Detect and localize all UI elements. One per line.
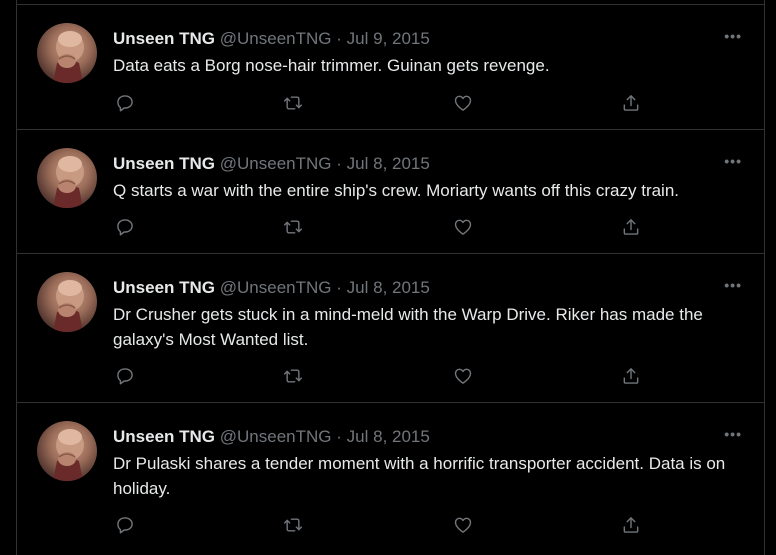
retweet-icon[interactable] [281,513,305,537]
like-icon[interactable] [451,91,475,115]
retweet-icon[interactable] [281,364,305,388]
avatar[interactable] [37,23,97,83]
reply-icon[interactable] [113,91,137,115]
display-name[interactable]: Unseen TNG [113,29,215,48]
separator: · [336,29,342,48]
avatar[interactable] [37,148,97,208]
more-options-icon[interactable]: ••• [724,151,742,171]
tweet[interactable]: Unseen TNG @UnseenTNG · Jul 8, 2015 ••• … [17,253,764,402]
user-handle[interactable]: @UnseenTNG [220,427,332,446]
user-handle[interactable]: @UnseenTNG [220,154,332,173]
like-icon[interactable] [451,513,475,537]
tweet-actions [113,91,643,115]
tweet-actions [113,513,643,537]
display-name[interactable]: Unseen TNG [113,427,215,446]
tweet-actions [113,215,643,239]
display-name[interactable]: Unseen TNG [113,278,215,297]
tweet-text: Dr Pulaski shares a tender moment with a… [113,454,726,498]
separator: · [336,154,342,173]
like-icon[interactable] [451,364,475,388]
avatar-picard-image [53,156,84,208]
avatar-picard-image [53,31,84,83]
separator: · [336,427,342,446]
more-options-icon[interactable]: ••• [724,424,742,444]
tweet-header: Unseen TNG @UnseenTNG · Jul 9, 2015 [113,27,430,51]
retweet-icon[interactable] [281,91,305,115]
tweet-header: Unseen TNG @UnseenTNG · Jul 8, 2015 [113,152,430,176]
reply-icon[interactable] [113,513,137,537]
tweet-header: Unseen TNG @UnseenTNG · Jul 8, 2015 [113,276,430,300]
reply-icon[interactable] [113,215,137,239]
more-options-icon[interactable]: ••• [724,275,742,295]
tweet[interactable]: Unseen TNG @UnseenTNG · Jul 8, 2015 ••• … [17,402,764,555]
reply-icon[interactable] [113,364,137,388]
avatar[interactable] [37,272,97,332]
avatar-picard-image [53,429,84,481]
avatar[interactable] [37,421,97,481]
share-icon[interactable] [619,215,643,239]
separator: · [336,278,342,297]
tweet-date[interactable]: Jul 8, 2015 [347,427,430,446]
share-icon[interactable] [619,364,643,388]
user-handle[interactable]: @UnseenTNG [220,278,332,297]
more-options-icon[interactable]: ••• [724,26,742,46]
tweet-date[interactable]: Jul 8, 2015 [347,154,430,173]
tweet-actions [113,364,643,388]
tweet-text: Q starts a war with the entire ship's cr… [113,181,680,200]
tweet-text: Dr Crusher gets stuck in a mind-meld wit… [113,305,703,349]
share-icon[interactable] [619,513,643,537]
tweet-text: Data eats a Borg nose-hair trimmer. Guin… [113,56,550,75]
tweet-date[interactable]: Jul 9, 2015 [347,29,430,48]
tweet-header: Unseen TNG @UnseenTNG · Jul 8, 2015 [113,425,430,449]
tweet[interactable]: Unseen TNG @UnseenTNG · Jul 8, 2015 ••• … [17,129,764,253]
display-name[interactable]: Unseen TNG [113,154,215,173]
like-icon[interactable] [451,215,475,239]
retweet-icon[interactable] [281,215,305,239]
tweet-feed: Unseen TNG @UnseenTNG · Jul 9, 2015 ••• … [16,0,765,555]
tweet-date[interactable]: Jul 8, 2015 [347,278,430,297]
share-icon[interactable] [619,91,643,115]
avatar-picard-image [53,280,84,332]
tweet[interactable]: Unseen TNG @UnseenTNG · Jul 9, 2015 ••• … [17,4,764,129]
user-handle[interactable]: @UnseenTNG [220,29,332,48]
